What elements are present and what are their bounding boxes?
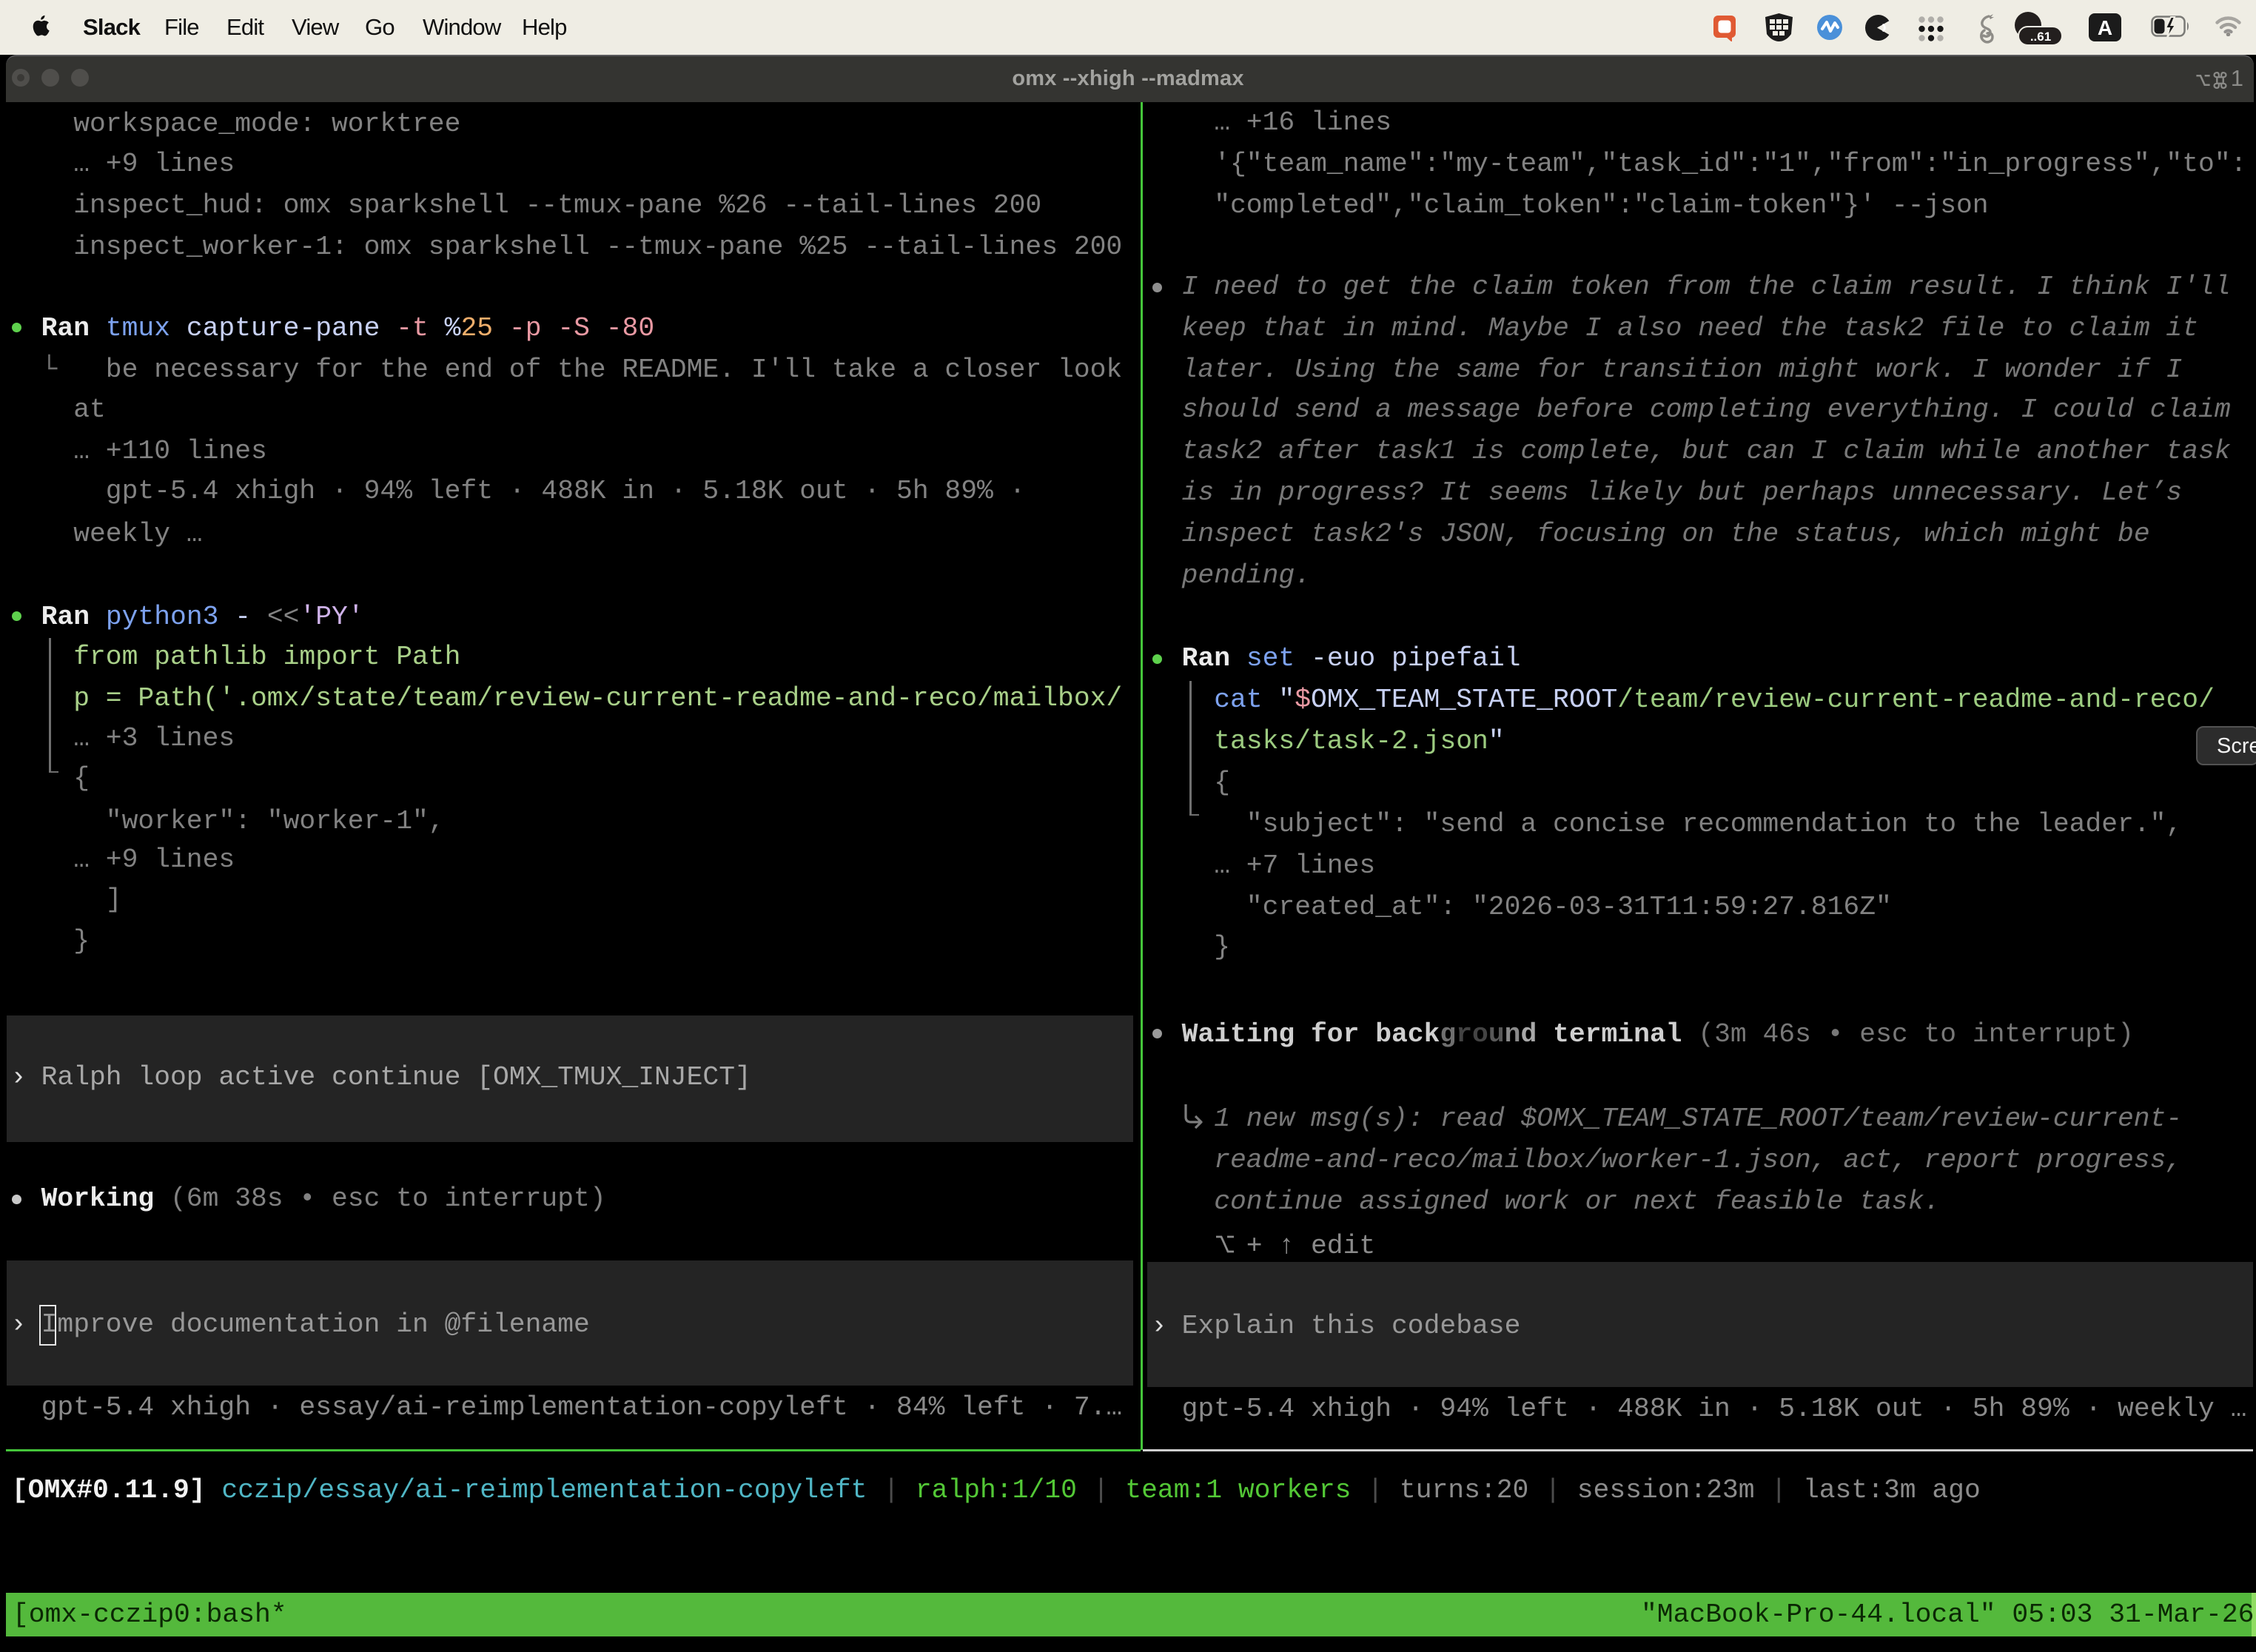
svg-text:..61: ..61 (2030, 30, 2051, 44)
svg-text:A: A (2098, 16, 2112, 39)
